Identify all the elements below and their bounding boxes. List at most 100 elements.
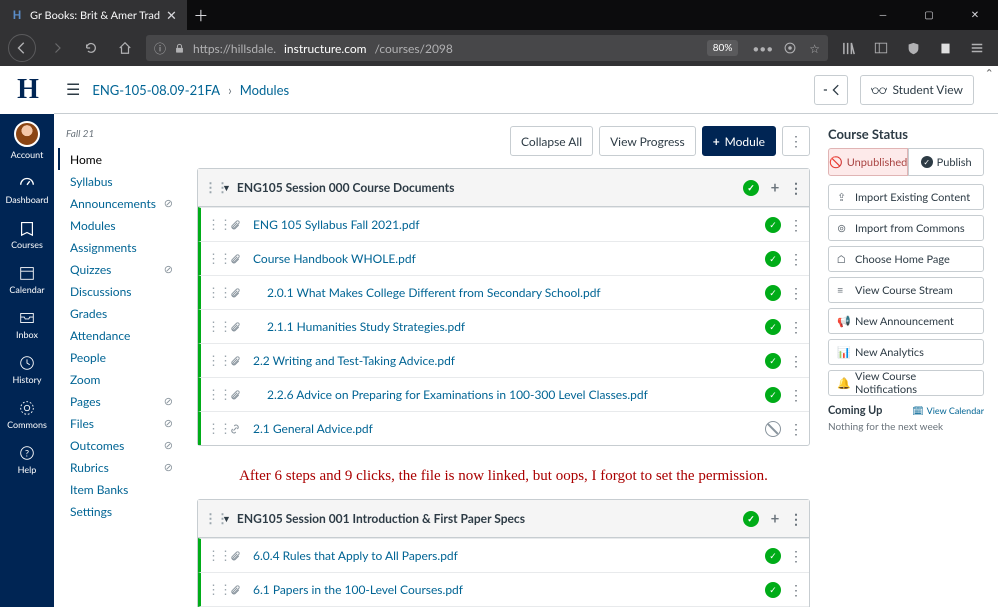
sidebar-new-announcement[interactable]: 📢New Announcement: [828, 308, 984, 334]
kebab-icon[interactable]: ⋮: [789, 250, 803, 268]
kebab-icon[interactable]: ⋮: [789, 510, 803, 528]
global-nav-account[interactable]: Account: [0, 114, 54, 167]
kebab-icon[interactable]: ⋮: [789, 352, 803, 370]
module-item-link[interactable]: 2.2 Writing and Test-Taking Advice.pdf: [253, 353, 765, 368]
course-nav-toggle-icon[interactable]: ☰: [66, 80, 80, 99]
kebab-icon[interactable]: ⋮: [789, 284, 803, 302]
published-icon[interactable]: ✓: [765, 285, 781, 301]
course-nav-item-banks[interactable]: Item Banks: [64, 478, 179, 500]
course-nav-link[interactable]: Assignments: [70, 240, 137, 255]
course-nav-modules[interactable]: Modules: [64, 214, 179, 236]
course-nav-link[interactable]: Quizzes: [70, 262, 111, 277]
tab-close-icon[interactable]: ✕: [166, 7, 177, 24]
drag-handle-icon[interactable]: ⋮⋮: [207, 318, 223, 335]
window-maximize-icon[interactable]: ▢: [906, 0, 952, 30]
caret-down-icon[interactable]: ▼: [222, 513, 231, 524]
drag-handle-icon[interactable]: ⋮⋮: [207, 386, 223, 403]
course-nav-people[interactable]: People: [64, 346, 179, 368]
reader-mode-icon[interactable]: [783, 41, 797, 55]
drag-handle-icon[interactable]: ⋮⋮: [207, 581, 223, 598]
published-icon[interactable]: ✓: [765, 353, 781, 369]
course-nav-link[interactable]: Zoom: [70, 372, 100, 387]
global-nav-inbox[interactable]: Inbox: [0, 302, 54, 347]
course-nav-discussions[interactable]: Discussions: [64, 280, 179, 302]
course-nav-attendance[interactable]: Attendance: [64, 324, 179, 346]
course-nav-files[interactable]: Files⊘: [64, 412, 179, 434]
published-icon[interactable]: ✓: [743, 180, 759, 196]
drag-handle-icon[interactable]: ⋮⋮: [207, 547, 223, 564]
course-nav-announcements[interactable]: Announcements⊘: [64, 192, 179, 214]
sidebar-toggle-icon[interactable]: [868, 35, 894, 61]
menu-icon[interactable]: [964, 35, 990, 61]
add-item-icon[interactable]: +: [767, 510, 783, 528]
published-icon[interactable]: ✓: [765, 548, 781, 564]
course-nav-link[interactable]: Discussions: [70, 284, 131, 299]
drag-handle-icon[interactable]: ⋮⋮: [204, 510, 220, 527]
course-nav-link[interactable]: Files: [70, 416, 94, 431]
course-nav-rubrics[interactable]: Rubrics⊘: [64, 456, 179, 478]
global-nav-dashboard[interactable]: Dashboard: [0, 167, 54, 212]
nav-reload-button[interactable]: [78, 35, 104, 61]
collapse-all-button[interactable]: Collapse All: [510, 126, 593, 156]
global-nav-history[interactable]: History: [0, 347, 54, 392]
course-nav-zoom[interactable]: Zoom: [64, 368, 179, 390]
global-nav-commons[interactable]: Commons: [0, 392, 54, 437]
view-progress-button[interactable]: View Progress: [599, 126, 696, 156]
url-bar[interactable]: ⓘ https://hillsdale.instructure.com/cour…: [146, 35, 828, 61]
module-item-link[interactable]: 2.0.1 What Makes College Different from …: [253, 285, 765, 300]
course-nav-link[interactable]: Item Banks: [70, 482, 128, 497]
zoom-level[interactable]: 80%: [707, 40, 739, 56]
sidebar-import-existing-content[interactable]: ⇪Import Existing Content: [828, 184, 984, 210]
browser-tab-active[interactable]: H Gr Books: Brit & Amer Trad ✕: [0, 0, 187, 30]
course-nav-home[interactable]: Home: [58, 148, 179, 170]
drag-handle-icon[interactable]: ⋮⋮: [207, 420, 223, 437]
course-nav-outcomes[interactable]: Outcomes⊘: [64, 434, 179, 456]
drag-handle-icon[interactable]: ⋮⋮: [204, 179, 220, 196]
unpublished-button[interactable]: 🚫 Unpublished: [828, 148, 908, 176]
protection-shield-icon[interactable]: [900, 35, 926, 61]
sidebar-import-from-commons[interactable]: ⊚Import from Commons: [828, 215, 984, 241]
brand-logo[interactable]: H: [0, 66, 54, 114]
sidebar-view-course-notifications[interactable]: 🔔View Course Notifications: [828, 370, 984, 396]
site-info-icon[interactable]: ⓘ: [154, 40, 166, 57]
course-nav-settings[interactable]: Settings: [64, 500, 179, 522]
module-item-link[interactable]: 2.1.1 Humanities Study Strategies.pdf: [253, 319, 765, 334]
course-nav-link[interactable]: Outcomes: [70, 438, 124, 453]
kebab-icon[interactable]: ⋮: [789, 547, 803, 565]
course-nav-link[interactable]: Pages: [70, 394, 101, 409]
course-nav-link[interactable]: Rubrics: [70, 460, 109, 475]
course-nav-link[interactable]: Attendance: [70, 328, 130, 343]
sidebar-view-course-stream[interactable]: ≡View Course Stream: [828, 277, 984, 303]
global-nav-courses[interactable]: Courses: [0, 212, 54, 257]
module-item-link[interactable]: ENG 105 Syllabus Fall 2021.pdf: [253, 217, 765, 232]
module-item-link[interactable]: 2.1 General Advice.pdf: [253, 421, 765, 436]
course-nav-link[interactable]: Settings: [70, 504, 112, 519]
course-nav-link[interactable]: Modules: [70, 218, 116, 233]
module-item-link[interactable]: Course Handbook WHOLE.pdf: [253, 251, 765, 266]
caret-down-icon[interactable]: ▼: [222, 182, 231, 193]
bookmark-star-icon[interactable]: ☆: [809, 41, 820, 56]
publish-button[interactable]: ✓ Publish: [908, 148, 984, 176]
kebab-icon[interactable]: ⋮: [789, 216, 803, 234]
page-action-dots-icon[interactable]: •••: [752, 41, 773, 56]
kebab-icon[interactable]: ⋮: [789, 420, 803, 438]
drag-handle-icon[interactable]: ⋮⋮: [207, 216, 223, 233]
published-icon[interactable]: ✓: [765, 319, 781, 335]
course-nav-link[interactable]: People: [70, 350, 106, 365]
course-nav-assignments[interactable]: Assignments: [64, 236, 179, 258]
kebab-icon[interactable]: ⋮: [789, 318, 803, 336]
unpublished-icon[interactable]: [765, 421, 781, 437]
add-module-button[interactable]: + Module: [702, 126, 776, 156]
module-item-link[interactable]: 6.1 Papers in the 100-Level Courses.pdf: [253, 582, 765, 597]
drag-handle-icon[interactable]: ⋮⋮: [207, 250, 223, 267]
nav-back-button[interactable]: [8, 34, 36, 62]
global-nav-calendar[interactable]: Calendar: [0, 257, 54, 302]
course-nav-syllabus[interactable]: Syllabus: [64, 170, 179, 192]
drag-handle-icon[interactable]: ⋮⋮: [207, 352, 223, 369]
new-tab-button[interactable]: ＋: [187, 0, 215, 30]
global-nav-help[interactable]: ? Help: [0, 437, 54, 482]
sidebar-new-analytics[interactable]: 📊New Analytics: [828, 339, 984, 365]
module-header[interactable]: ⋮⋮▼ENG105 Session 001 Introduction & Fir…: [198, 500, 809, 538]
sidebar-choose-home-page[interactable]: ⌂Choose Home Page: [828, 246, 984, 272]
modules-options-button[interactable]: ⋮: [782, 126, 810, 156]
